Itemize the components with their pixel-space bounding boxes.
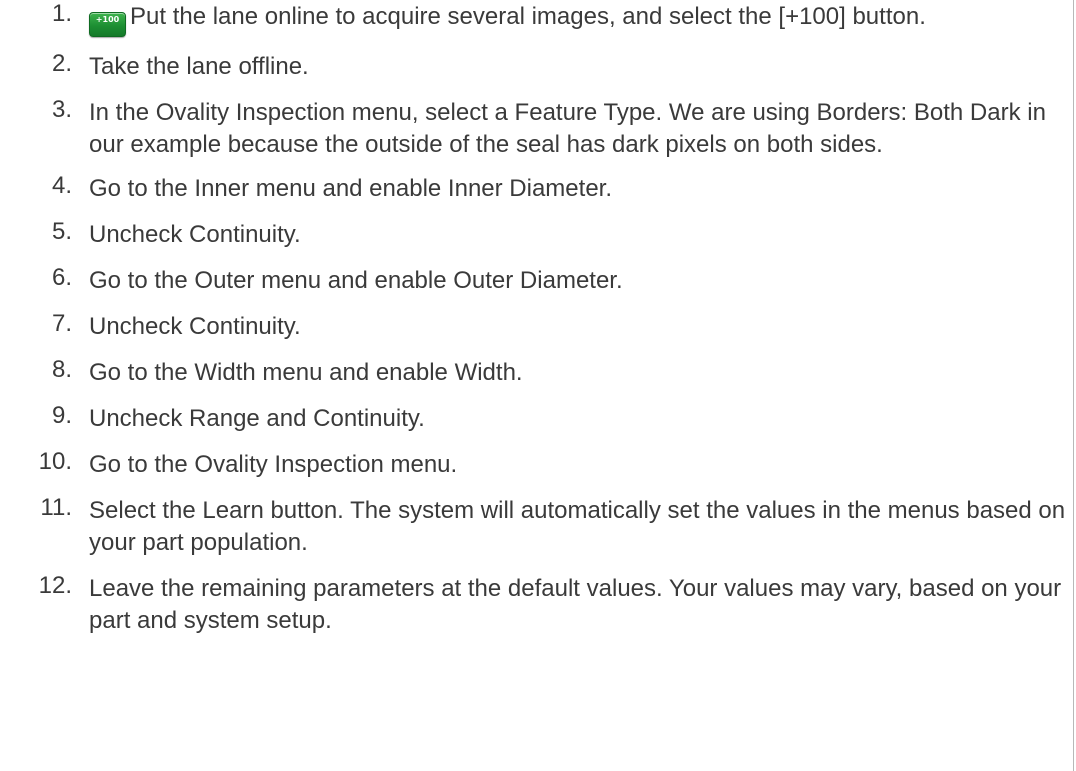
step-text: Uncheck Range and Continuity. xyxy=(89,405,425,432)
step-item-5: 5. Uncheck Continuity. xyxy=(0,218,1070,251)
step-number: 5. xyxy=(51,218,72,245)
step-item-10: 10. Go to the Ovality Inspection menu. xyxy=(0,448,1070,481)
step-number: 7. xyxy=(51,310,72,337)
step-text: Take the lane offline. xyxy=(89,53,309,80)
step-number: 3. xyxy=(51,96,72,123)
step-text: Leave the remaining parameters at the de… xyxy=(89,575,1062,634)
step-item-8: 8. Go to the Width menu and enable Width… xyxy=(0,356,1070,389)
step-text: Go to the Width menu and enable Width. xyxy=(89,359,523,386)
step-number: 12. xyxy=(38,572,72,599)
step-number: 2. xyxy=(51,50,72,77)
plus-100-button-icon: +100 xyxy=(89,12,126,37)
step-number: 4. xyxy=(51,172,72,199)
step-item-11: 11. Select the Learn button. The system … xyxy=(0,494,1070,559)
step-number: 8. xyxy=(51,356,72,383)
step-number: 9. xyxy=(51,402,72,429)
step-text: Put the lane online to acquire several i… xyxy=(130,3,926,30)
step-number: 11. xyxy=(40,494,72,521)
step-text: Go to the Outer menu and enable Outer Di… xyxy=(89,267,623,294)
step-item-6: 6. Go to the Outer menu and enable Outer… xyxy=(0,264,1070,297)
step-item-7: 7. Uncheck Continuity. xyxy=(0,310,1070,343)
procedure-steps-list: 1. +100 Put the lane online to acquire se… xyxy=(0,0,1070,651)
step-text: Go to the Inner menu and enable Inner Di… xyxy=(89,175,612,202)
step-text: Go to the Ovality Inspection menu. xyxy=(89,451,458,478)
step-item-3: 3. In the Ovality Inspection menu, selec… xyxy=(0,96,1070,161)
step-text: Select the Learn button. The system will… xyxy=(89,497,1066,556)
step-text: Uncheck Continuity. xyxy=(89,221,301,248)
step-number: 6. xyxy=(51,264,72,291)
step-number: 1. xyxy=(51,0,72,27)
step-item-12: 12. Leave the remaining parameters at th… xyxy=(0,572,1070,637)
step-item-2: 2. Take the lane offline. xyxy=(0,50,1070,83)
step-item-4: 4. Go to the Inner menu and enable Inner… xyxy=(0,172,1070,205)
step-item-1: 1. +100 Put the lane online to acquire se… xyxy=(0,0,1070,37)
step-text: In the Ovality Inspection menu, select a… xyxy=(89,99,1046,158)
step-item-9: 9. Uncheck Range and Continuity. xyxy=(0,402,1070,435)
step-text: Uncheck Continuity. xyxy=(89,313,301,340)
step-number: 10. xyxy=(38,448,72,475)
page-border-rule xyxy=(1073,0,1074,771)
